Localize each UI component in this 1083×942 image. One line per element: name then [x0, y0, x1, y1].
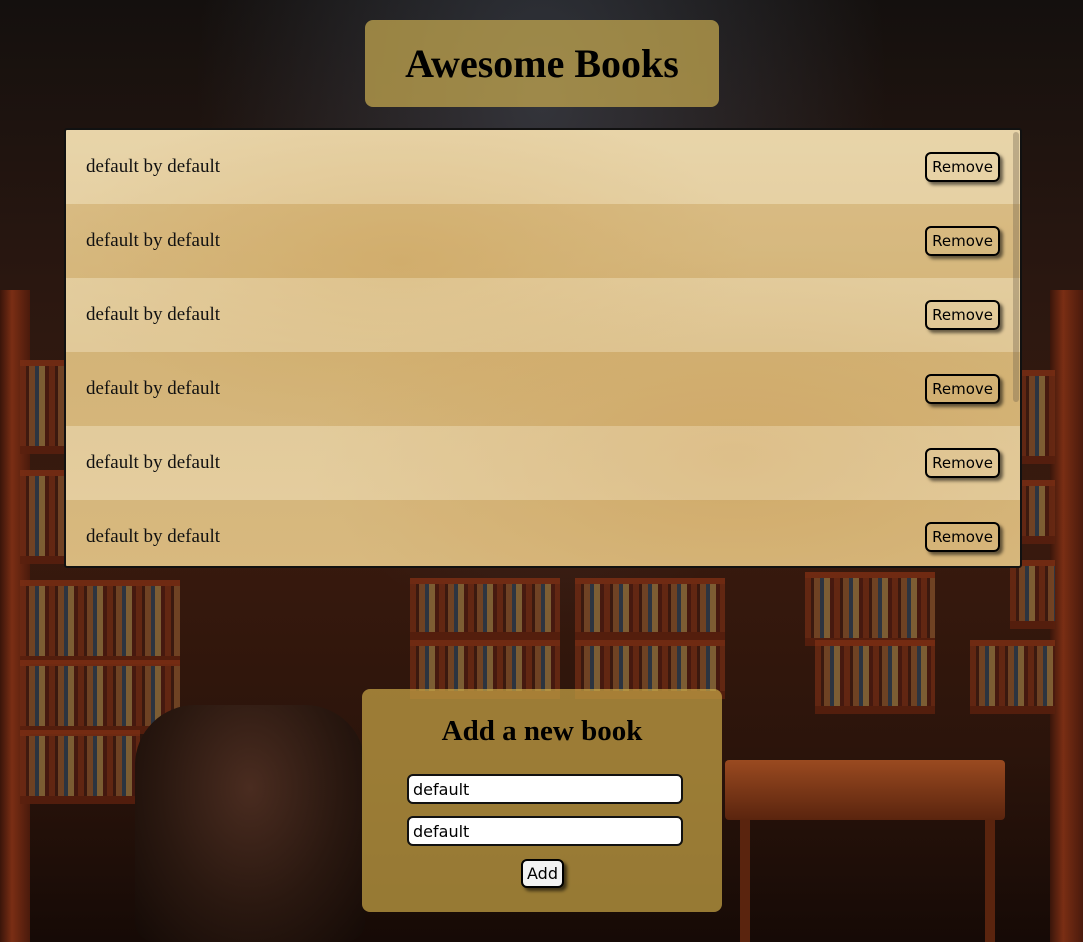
list-item: default by default Remove	[66, 278, 1020, 352]
bookshelf	[970, 640, 1055, 714]
bookshelf	[410, 578, 560, 640]
list-item: default by default Remove	[66, 426, 1020, 500]
book-entry-text: default by default	[86, 156, 221, 177]
add-book-heading: Add a new book	[441, 715, 643, 747]
remove-button[interactable]: Remove	[925, 522, 1000, 552]
bookshelf	[20, 470, 65, 564]
bookshelf	[20, 660, 180, 734]
list-item: default by default Remove	[66, 352, 1020, 426]
bookcase-pillar-left	[0, 290, 30, 942]
bookshelf	[1020, 480, 1055, 544]
remove-button[interactable]: Remove	[925, 300, 1000, 330]
list-item: default by default Remove	[66, 130, 1020, 204]
desk-leg	[740, 820, 750, 942]
bookshelf	[575, 578, 725, 640]
bookshelf	[1010, 560, 1055, 629]
bookshelf	[1020, 370, 1055, 464]
bookshelf	[20, 580, 180, 664]
book-entry-text: default by default	[86, 304, 221, 325]
page-title: Awesome Books	[405, 41, 679, 86]
bookshelf	[20, 730, 140, 804]
author-input[interactable]	[407, 816, 683, 846]
header-banner: Awesome Books	[365, 20, 719, 107]
title-input[interactable]	[407, 774, 683, 804]
list-item: default by default Remove	[66, 204, 1020, 278]
bookcase-pillar-right	[1050, 290, 1083, 942]
book-entry-text: default by default	[86, 230, 221, 251]
add-book-form: Add a new book Add	[362, 689, 722, 912]
desk-leg	[985, 820, 995, 942]
bookshelf	[815, 640, 935, 714]
add-button[interactable]: Add	[521, 859, 564, 888]
book-entry-text: default by default	[86, 452, 221, 473]
remove-button[interactable]: Remove	[925, 374, 1000, 404]
book-entry-text: default by default	[86, 526, 221, 547]
book-list: default by default Remove default by def…	[64, 128, 1022, 568]
bookshelf	[20, 360, 65, 454]
leather-armchair	[135, 705, 365, 942]
list-item: default by default Remove	[66, 500, 1020, 566]
remove-button[interactable]: Remove	[925, 448, 1000, 478]
writing-desk	[725, 760, 1005, 820]
remove-button[interactable]: Remove	[925, 152, 1000, 182]
remove-button[interactable]: Remove	[925, 226, 1000, 256]
book-entry-text: default by default	[86, 378, 221, 399]
bookshelf	[805, 572, 935, 646]
list-scrollbar[interactable]	[1013, 132, 1019, 402]
